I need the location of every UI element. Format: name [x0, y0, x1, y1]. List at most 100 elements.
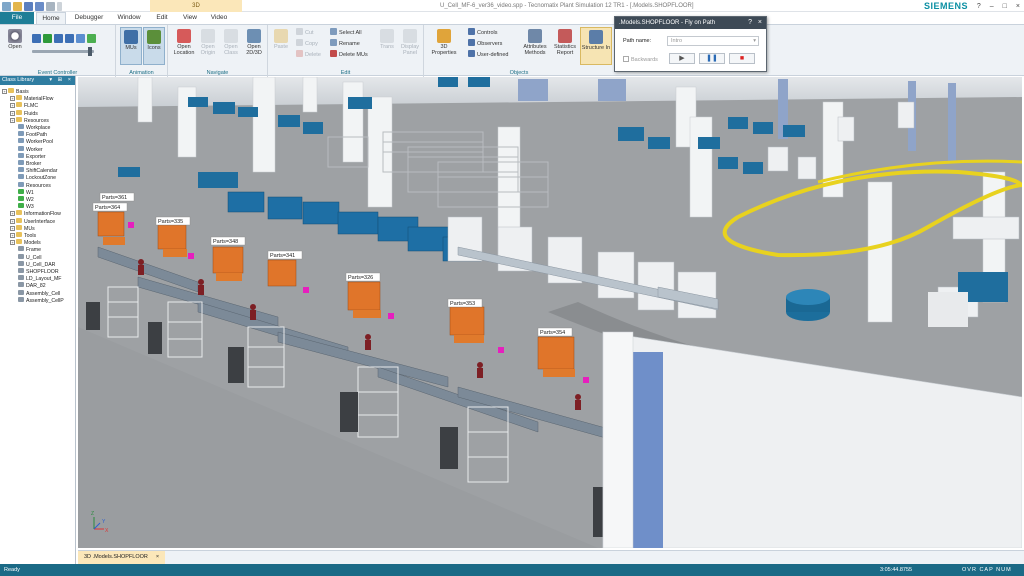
tree-item[interactable]: + FLMC: [10, 102, 38, 109]
rename-button[interactable]: Rename: [330, 39, 360, 48]
paste-button[interactable]: Paste: [270, 29, 292, 50]
minimize-button[interactable]: –: [990, 3, 994, 10]
tab-file[interactable]: File: [0, 12, 34, 24]
doc-tab-shopfloor[interactable]: 3D .Models.SHOPFLOOR ×: [78, 551, 166, 564]
play-icon[interactable]: [43, 34, 52, 43]
3d-properties-button[interactable]: 3D Properties: [428, 29, 460, 56]
observers-button[interactable]: Observers: [468, 39, 502, 48]
tree-item[interactable]: + Models: [10, 239, 41, 246]
open-event-controller-button[interactable]: Open: [4, 29, 26, 50]
statistics-report-button[interactable]: Statistics Report: [550, 29, 580, 56]
fast-forward-icon[interactable]: [65, 34, 74, 43]
tree-item[interactable]: W1: [18, 188, 34, 196]
tree-item[interactable]: Broker: [18, 160, 41, 167]
tab-home[interactable]: Home: [36, 12, 66, 24]
tree-item[interactable]: Frame: [18, 246, 41, 253]
expand-icon[interactable]: +: [10, 211, 15, 217]
expand-icon[interactable]: +: [10, 117, 15, 123]
3d-viewport[interactable]: Parts=364 Parts=335 Parts=348 Parts=341 …: [78, 77, 1022, 548]
tree-item[interactable]: Workplace: [18, 124, 50, 131]
select-all-button[interactable]: Select All: [330, 28, 362, 37]
tab-view[interactable]: View: [178, 12, 202, 24]
tree-item[interactable]: U_Cell_DAR: [18, 260, 55, 268]
tree-item[interactable]: Assembly_CellP: [18, 296, 64, 304]
pause-button[interactable]: ❚❚: [699, 53, 725, 64]
tree-item[interactable]: + UserInterface: [10, 217, 55, 225]
tree-item[interactable]: + Resources: [10, 116, 49, 124]
speed-slider[interactable]: [32, 47, 94, 56]
expand-icon[interactable]: +: [10, 225, 15, 231]
expand-icon[interactable]: +: [2, 89, 7, 94]
maximize-button[interactable]: □: [1003, 3, 1007, 10]
tree-item[interactable]: + Tools: [10, 232, 36, 239]
backwards-checkbox[interactable]: Backwards: [623, 56, 658, 63]
tree-item[interactable]: U_Cell: [18, 253, 42, 261]
tree-item[interactable]: LD_Layout_MF: [18, 275, 61, 282]
dialog-title-bar[interactable]: .Models.SHOPFLOOR - Fly on Path ? ×: [615, 17, 766, 29]
reset-icon[interactable]: [32, 34, 41, 43]
tree-item[interactable]: Worker: [18, 145, 43, 153]
delete-button[interactable]: Delete: [296, 50, 321, 59]
open-location-button[interactable]: Open Location: [170, 29, 198, 56]
expand-icon[interactable]: +: [10, 110, 15, 116]
copy-button[interactable]: Copy: [296, 39, 318, 48]
expand-icon[interactable]: +: [10, 240, 15, 246]
attributes-methods-button[interactable]: Attributes Methods: [520, 29, 550, 56]
tree-item[interactable]: Resources: [18, 181, 51, 189]
tree-item[interactable]: + Fluids: [10, 109, 38, 117]
display-panel-button[interactable]: Display Panel: [398, 29, 422, 56]
expand-icon[interactable]: +: [10, 218, 15, 224]
structure-button[interactable]: Structure In: [580, 27, 612, 65]
undo-icon[interactable]: [46, 1, 55, 11]
delete-mus-button[interactable]: Delete MUs: [330, 50, 368, 59]
open-origin-button[interactable]: Open Origin: [196, 29, 220, 56]
icons-toggle-button[interactable]: Icons: [143, 27, 165, 65]
tree-item[interactable]: + InformationFlow: [10, 210, 61, 217]
expand-icon[interactable]: +: [10, 233, 15, 238]
grid-icon[interactable]: [87, 34, 96, 43]
save-all-icon[interactable]: [35, 1, 44, 11]
tab-window[interactable]: Window: [112, 12, 146, 24]
path-name-select[interactable]: Intro ▾: [667, 36, 759, 46]
tree-item[interactable]: + MaterialFlow: [10, 95, 53, 102]
controls-button[interactable]: Controls: [468, 28, 497, 37]
close-window-button[interactable]: ×: [1016, 3, 1020, 10]
open-folder-icon[interactable]: [13, 1, 22, 11]
tree-item[interactable]: DAR_82: [18, 282, 46, 289]
dialog-help-button[interactable]: ?: [748, 17, 752, 29]
expand-icon[interactable]: +: [10, 96, 15, 102]
open-2d3d-button[interactable]: Open 2D/3D: [242, 29, 266, 56]
close-tab-icon[interactable]: ×: [156, 554, 159, 560]
tree-item[interactable]: FootPath: [18, 131, 47, 138]
context-tab-3d[interactable]: 3D: [150, 0, 242, 12]
tree-item[interactable]: ShiftCalendar: [18, 167, 57, 174]
dialog-close-button[interactable]: ×: [758, 17, 762, 29]
tree-item[interactable]: LockoutZone: [18, 174, 56, 181]
mus-toggle-button[interactable]: MUs: [120, 27, 142, 65]
help-button[interactable]: ?: [977, 3, 981, 10]
tree-item[interactable]: W2: [18, 196, 34, 203]
step-icon[interactable]: [54, 34, 63, 43]
new-file-icon[interactable]: [2, 1, 11, 11]
user-defined-button[interactable]: User-defined: [468, 50, 509, 59]
stop-button[interactable]: ■: [729, 53, 755, 64]
open-class-button[interactable]: Open Class: [219, 29, 243, 56]
expand-icon[interactable]: +: [10, 103, 15, 109]
tree-item[interactable]: W3: [18, 203, 34, 210]
tab-debugger[interactable]: Debugger: [70, 12, 108, 24]
panel-controls[interactable]: ▾ ⊞ ×: [49, 76, 73, 85]
tree-item[interactable]: + MUs: [10, 224, 35, 232]
tree-item[interactable]: WorkerPool: [18, 138, 53, 145]
record-icon[interactable]: [76, 34, 85, 43]
tab-video[interactable]: Video: [206, 12, 232, 24]
tab-edit[interactable]: Edit: [150, 12, 174, 24]
tree-item[interactable]: Assembly_Cell: [18, 289, 60, 297]
trans-button[interactable]: Trans: [376, 29, 398, 50]
customize-qat-icon[interactable]: [57, 1, 62, 11]
tree-item[interactable]: + Basis: [2, 88, 29, 95]
speed-slider-handle[interactable]: [88, 47, 92, 56]
play-button[interactable]: ▶: [669, 53, 695, 64]
tree-item[interactable]: SHOPFLOOR: [18, 268, 59, 275]
tree-item[interactable]: Exporter: [18, 152, 46, 160]
save-icon[interactable]: [24, 1, 33, 11]
